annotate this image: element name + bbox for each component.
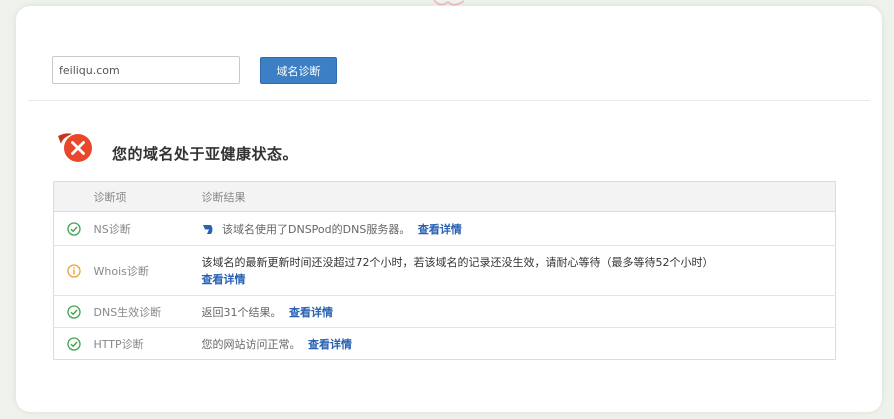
table-row: HTTP诊断 您的网站访问正常。 查看详情 bbox=[53, 327, 836, 360]
diagnosis-panel: 域名诊断 您的域名处于亚健康状态。 诊断项 诊断结果 NS诊 bbox=[16, 6, 882, 412]
header-result: 诊断结果 bbox=[201, 181, 836, 212]
check-circle-icon bbox=[67, 336, 81, 351]
table-row: NS诊断 该域名使用了DNSPod的DNS服务器。 查看详情 bbox=[53, 211, 836, 246]
header-item: 诊断项 bbox=[93, 181, 202, 212]
view-details-link[interactable]: 查看详情 bbox=[308, 338, 352, 351]
row-result: 该域名的最新更新时间还没超过72个小时，若该域名的记录还没生效，请耐心等待（最多… bbox=[201, 256, 714, 269]
row-item: DNS生效诊断 bbox=[93, 295, 202, 328]
dnspod-logo-icon bbox=[202, 225, 212, 234]
row-item: Whois诊断 bbox=[93, 245, 202, 296]
row-item: HTTP诊断 bbox=[93, 327, 202, 360]
row-result: 该域名使用了DNSPod的DNS服务器。 bbox=[222, 222, 411, 236]
diagnosis-table: 诊断项 诊断结果 NS诊断 该域名使用了DNSPod的DNS服务器。 查看详情 … bbox=[53, 181, 836, 360]
view-details-link[interactable]: 查看详情 bbox=[289, 306, 333, 319]
row-item: NS诊断 bbox=[93, 211, 202, 246]
header-icon-col bbox=[53, 181, 94, 212]
divider bbox=[28, 100, 870, 101]
row-result: 您的网站访问正常。 bbox=[201, 337, 301, 351]
table-header: 诊断项 诊断结果 bbox=[53, 181, 836, 212]
view-details-link[interactable]: 查看详情 bbox=[418, 223, 462, 236]
error-status-icon bbox=[58, 133, 92, 162]
status-message: 您的域名处于亚健康状态。 bbox=[112, 145, 299, 163]
row-result: 返回31个结果。 bbox=[201, 305, 282, 319]
view-details-link[interactable]: 查看详情 bbox=[202, 271, 246, 287]
check-circle-icon bbox=[67, 221, 81, 236]
check-circle-icon bbox=[67, 304, 81, 319]
table-row: DNS生效诊断 返回31个结果。 查看详情 bbox=[53, 295, 836, 328]
info-circle-icon bbox=[67, 263, 81, 278]
table-row: Whois诊断 该域名的最新更新时间还没超过72个小时，若该域名的记录还没生效，… bbox=[53, 245, 836, 296]
domain-diagnose-button[interactable]: 域名诊断 bbox=[260, 57, 337, 84]
domain-input[interactable] bbox=[52, 56, 240, 84]
